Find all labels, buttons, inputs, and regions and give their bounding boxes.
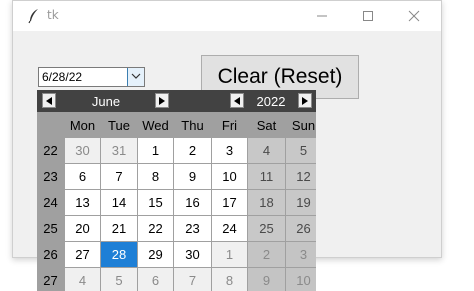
- calendar-day[interactable]: 23: [174, 216, 211, 241]
- close-icon: [408, 10, 420, 22]
- calendar-day[interactable]: 5: [286, 138, 316, 163]
- calendar-day[interactable]: 1: [212, 242, 247, 267]
- calendar-grid: Mon Tue Wed Thu Fri Sat Sun 22 30 31 1 2…: [37, 114, 316, 291]
- minimize-button[interactable]: [299, 1, 345, 31]
- week-number-header: [37, 114, 64, 137]
- calendar-day[interactable]: 9: [174, 164, 211, 189]
- feather-icon: [27, 8, 41, 24]
- calendar-day[interactable]: 12: [286, 164, 316, 189]
- triangle-left-icon: [46, 97, 52, 105]
- calendar-day[interactable]: 8: [138, 164, 173, 189]
- calendar-day[interactable]: 24: [212, 216, 247, 241]
- calendar-day[interactable]: 20: [65, 216, 100, 241]
- weekday-header: Sun: [286, 114, 316, 137]
- week-number: 24: [37, 190, 64, 215]
- calendar-day[interactable]: 21: [101, 216, 137, 241]
- chevron-down-icon: [131, 73, 141, 79]
- calendar-day[interactable]: 29: [138, 242, 173, 267]
- calendar-day[interactable]: 7: [101, 164, 137, 189]
- minimize-icon: [317, 15, 327, 17]
- prev-year-button[interactable]: [230, 93, 244, 108]
- year-label: 2022: [256, 94, 286, 109]
- calendar-day[interactable]: 5: [101, 268, 137, 291]
- calendar-day[interactable]: 7: [174, 268, 211, 291]
- week-number: 26: [37, 242, 64, 267]
- calendar-day[interactable]: 15: [138, 190, 173, 215]
- week-number: 27: [37, 268, 64, 291]
- calendar-popup: June 2022 Mon Tue Wed Thu Fri Sat Sun 22: [37, 90, 316, 291]
- calendar-day[interactable]: 4: [65, 268, 100, 291]
- month-label: June: [91, 94, 121, 109]
- calendar-day[interactable]: 27: [65, 242, 100, 267]
- calendar-day[interactable]: 2: [174, 138, 211, 163]
- week-number: 25: [37, 216, 64, 241]
- title-bar[interactable]: tk: [13, 1, 441, 31]
- calendar-day[interactable]: 22: [138, 216, 173, 241]
- calendar-day[interactable]: 3: [212, 138, 247, 163]
- calendar-day[interactable]: 10: [212, 164, 247, 189]
- calendar-day[interactable]: 30: [174, 242, 211, 267]
- next-year-button[interactable]: [298, 93, 312, 108]
- date-entry-value[interactable]: 6/28/22: [42, 70, 82, 84]
- window-title: tk: [47, 8, 59, 22]
- week-number: 23: [37, 164, 64, 189]
- calendar-day[interactable]: 30: [65, 138, 100, 163]
- date-dropdown-button[interactable]: [127, 68, 144, 86]
- calendar-day[interactable]: 31: [101, 138, 137, 163]
- triangle-left-icon: [234, 97, 240, 105]
- maximize-icon: [363, 11, 373, 21]
- weekday-header: Sat: [248, 114, 285, 137]
- calendar-day-selected[interactable]: 28: [101, 242, 137, 267]
- maximize-button[interactable]: [345, 1, 391, 31]
- week-number: 22: [37, 138, 64, 163]
- calendar-day[interactable]: 2: [248, 242, 285, 267]
- calendar-day[interactable]: 25: [248, 216, 285, 241]
- calendar-day[interactable]: 10: [286, 268, 316, 291]
- calendar-day[interactable]: 14: [101, 190, 137, 215]
- calendar-day[interactable]: 11: [248, 164, 285, 189]
- prev-month-button[interactable]: [42, 93, 56, 108]
- calendar-day[interactable]: 3: [286, 242, 316, 267]
- calendar-day[interactable]: 6: [65, 164, 100, 189]
- calendar-day[interactable]: 16: [174, 190, 211, 215]
- calendar-day[interactable]: 1: [138, 138, 173, 163]
- calendar-day[interactable]: 26: [286, 216, 316, 241]
- calendar-day[interactable]: 19: [286, 190, 316, 215]
- triangle-right-icon: [159, 97, 165, 105]
- calendar-day[interactable]: 9: [248, 268, 285, 291]
- weekday-header: Wed: [138, 114, 173, 137]
- triangle-right-icon: [302, 97, 308, 105]
- weekday-header: Tue: [101, 114, 137, 137]
- weekday-header: Mon: [65, 114, 100, 137]
- calendar-day[interactable]: 4: [248, 138, 285, 163]
- close-button[interactable]: [391, 1, 437, 31]
- next-month-button[interactable]: [155, 93, 169, 108]
- calendar-day[interactable]: 18: [248, 190, 285, 215]
- weekday-header: Thu: [174, 114, 211, 137]
- calendar-day[interactable]: 17: [212, 190, 247, 215]
- weekday-header: Fri: [212, 114, 247, 137]
- calendar-header: June 2022: [37, 90, 316, 112]
- calendar-day[interactable]: 8: [212, 268, 247, 291]
- date-entry[interactable]: 6/28/22: [38, 67, 145, 87]
- calendar-day[interactable]: 6: [138, 268, 173, 291]
- calendar-day[interactable]: 13: [65, 190, 100, 215]
